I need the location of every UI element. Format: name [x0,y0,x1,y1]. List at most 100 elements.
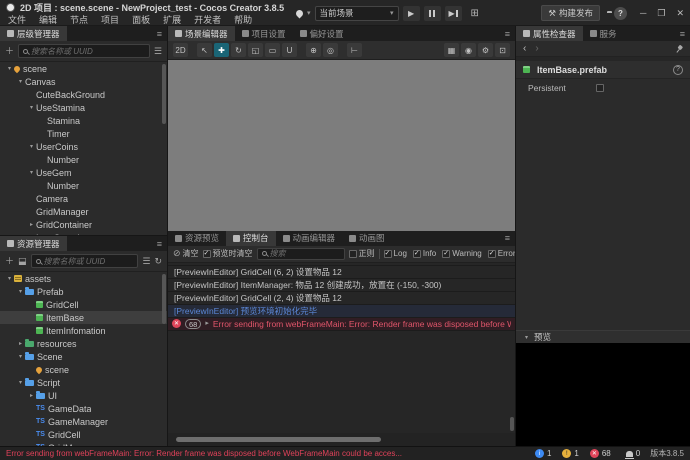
filter-error-checkbox[interactable]: Error [487,249,515,258]
regex-checkbox[interactable]: 正则 [348,248,375,259]
filter-warning-checkbox[interactable]: Warning [442,249,482,258]
asset-node-scene[interactable]: scene [0,363,167,376]
asset-node-prefab[interactable]: ▾ Prefab [0,285,167,298]
scene-view-canvas[interactable] [168,60,515,231]
hierarchy-node-usestamina[interactable]: ▾ UseStamina [0,101,167,114]
expander-icon[interactable]: ▾ [27,104,36,111]
2d-3d-toggle-button[interactable]: 2D [173,43,188,57]
clear-console-button[interactable]: ⊘ 清空 [173,248,199,259]
expander-icon[interactable]: ▾ [27,234,36,235]
help-info-icon[interactable]: ? [673,64,683,75]
console-log-row[interactable]: [PreviewInEditor] GridCell (2, 4) 设置物品 1… [168,291,515,305]
back-arrow-icon[interactable]: ‹ [523,43,526,54]
add-asset-button[interactable]: ＋ [5,256,14,266]
panel-menu-icon[interactable]: ≡ [675,26,690,41]
add-node-button[interactable]: ＋ [5,46,14,56]
menu-item[interactable]: 面板 [132,13,150,26]
tab-console-2[interactable]: 动画编辑器 [276,231,343,246]
hierarchy-node-stamina[interactable]: Stamina [0,114,167,127]
menu-item[interactable]: 文件 [8,13,26,26]
asset-node-gridcell[interactable]: TS GridCell [0,428,167,441]
tab-scene-editor-0[interactable]: 场景编辑器 [168,26,235,41]
hierarchy-scrollbar[interactable] [162,64,166,124]
tab-scene-editor-2[interactable]: 偏好设置 [293,26,351,41]
hierarchy-node-camera[interactable]: Camera [0,192,167,205]
hierarchy-node-gridmanager[interactable]: GridManager [0,205,167,218]
select-tool-button[interactable]: ↖ [197,43,212,57]
assets-search-input[interactable] [30,254,139,268]
menu-item[interactable]: 项目 [101,13,119,26]
assets-menu-icon[interactable]: ≡ [152,236,167,251]
panel-menu-icon[interactable]: ≡ [500,26,515,41]
console-log-row[interactable]: [PreviewInEditor] 预览环境初始化完毕 [168,304,515,318]
notification-counter[interactable]: 0 [624,449,640,459]
console-log-row[interactable]: [PreviewInEditor] GridCell (6, 2) 设置物品 1… [168,265,515,279]
tab-scene-editor-1[interactable]: 项目设置 [235,26,293,41]
ui-transform-tool-button[interactable]: U [282,43,297,57]
asset-node-ui[interactable]: ▸ UI [0,389,167,402]
asset-node-resources[interactable]: ▸ resources [0,337,167,350]
rotate-tool-button[interactable]: ↻ [231,43,246,57]
snap-settings-button[interactable]: ⊢ [347,43,362,57]
preview-section-header[interactable]: ▾ 预览 [516,330,690,343]
hierarchy-node-itemcontainer[interactable]: ▾ItemContainer [0,231,167,236]
scene-camera-icon[interactable]: ◉ [461,43,476,57]
hierarchy-menu-icon[interactable]: ≡ [152,26,167,41]
asset-node-iteminfomation[interactable]: ItemInfomation [0,324,167,337]
expander-icon[interactable]: ▾ [16,288,25,295]
hierarchy-node-scene[interactable]: ▾ scene [0,62,167,75]
expander-icon[interactable]: ▾ [5,275,14,282]
hierarchy-node-gridcontainer[interactable]: ▸ GridContainer [0,218,167,231]
tab-console-1[interactable]: 控制台 [226,230,276,246]
step-button[interactable]: ▶ [444,5,462,21]
build-publish-button[interactable]: ⚒ 构建发布 [541,5,600,21]
filter-info-checkbox[interactable]: Info [412,249,436,258]
console-vscrollbar[interactable] [510,417,514,431]
pivot-toggle-button[interactable]: ⊕ [306,43,321,57]
scene-droplet-caret-icon[interactable]: ▾ [307,9,311,17]
status-warning-counter[interactable]: ! 1 [562,449,579,458]
scale-tool-button[interactable]: ◱ [248,43,263,57]
close-button[interactable]: ✕ [676,8,684,19]
tab-inspector-1[interactable]: 服务 [583,26,624,41]
hierarchy-search-input[interactable] [18,44,150,58]
menu-item[interactable]: 开发者 [194,13,221,26]
expander-icon[interactable]: ▾ [16,353,25,360]
tab-console-0[interactable]: 资源预览 [168,231,226,246]
hierarchy-node-canvas[interactable]: ▾ Canvas [0,75,167,88]
refresh-icon[interactable]: ↻ [154,256,162,266]
tab-inspector-0[interactable]: 属性检查器 [516,26,583,41]
asset-node-gamedata[interactable]: TS GameData [0,402,167,415]
console-hscrollbar[interactable] [168,433,515,446]
panel-menu-icon[interactable]: ≡ [500,231,515,246]
asset-node-scene[interactable]: ▾ Scene [0,350,167,363]
coordinate-toggle-button[interactable]: ◎ [323,43,338,57]
fullscreen-icon[interactable]: ⊡ [495,43,510,57]
move-tool-button[interactable]: ✚ [214,43,229,57]
asset-node-gamemanager[interactable]: TS GameManager [0,415,167,428]
hierarchy-node-cutebackground[interactable]: CuteBackGround [0,88,167,101]
pause-button[interactable] [423,5,441,21]
minimize-button[interactable]: ─ [640,8,646,18]
maximize-button[interactable]: ❒ [657,8,665,19]
tab-hierarchy[interactable]: 层级管理器 [0,26,67,41]
tab-console-3[interactable]: 动画图 [342,231,392,246]
expander-icon[interactable]: ▾ [16,379,25,386]
scene-settings-gear-icon[interactable]: ⚙ [478,43,493,57]
clear-on-play-checkbox[interactable]: 预览时清空 [202,248,253,259]
asset-node-script[interactable]: ▾ Script [0,376,167,389]
expand-chevron-icon[interactable]: ▸ [205,318,209,330]
hierarchy-node-usegem[interactable]: ▾ UseGem [0,166,167,179]
menu-item[interactable]: 编辑 [39,13,57,26]
scene-selector-dropdown[interactable]: 当前场景 ▾ [314,5,399,21]
play-button[interactable]: ▶ [402,5,420,21]
expander-icon[interactable]: ▸ [27,221,36,228]
asset-node-assets[interactable]: ▾ assets [0,272,167,285]
expander-icon[interactable]: ▾ [16,78,25,85]
hierarchy-node-usercoins[interactable]: ▾ UserCoins [0,140,167,153]
asset-node-itembase[interactable]: ItemBase [0,311,167,324]
status-info-counter[interactable]: i 1 [534,449,551,458]
pin-icon[interactable] [673,43,684,54]
menu-item[interactable]: 节点 [70,13,88,26]
gizmo-visibility-icon[interactable]: ▦ [444,43,459,57]
